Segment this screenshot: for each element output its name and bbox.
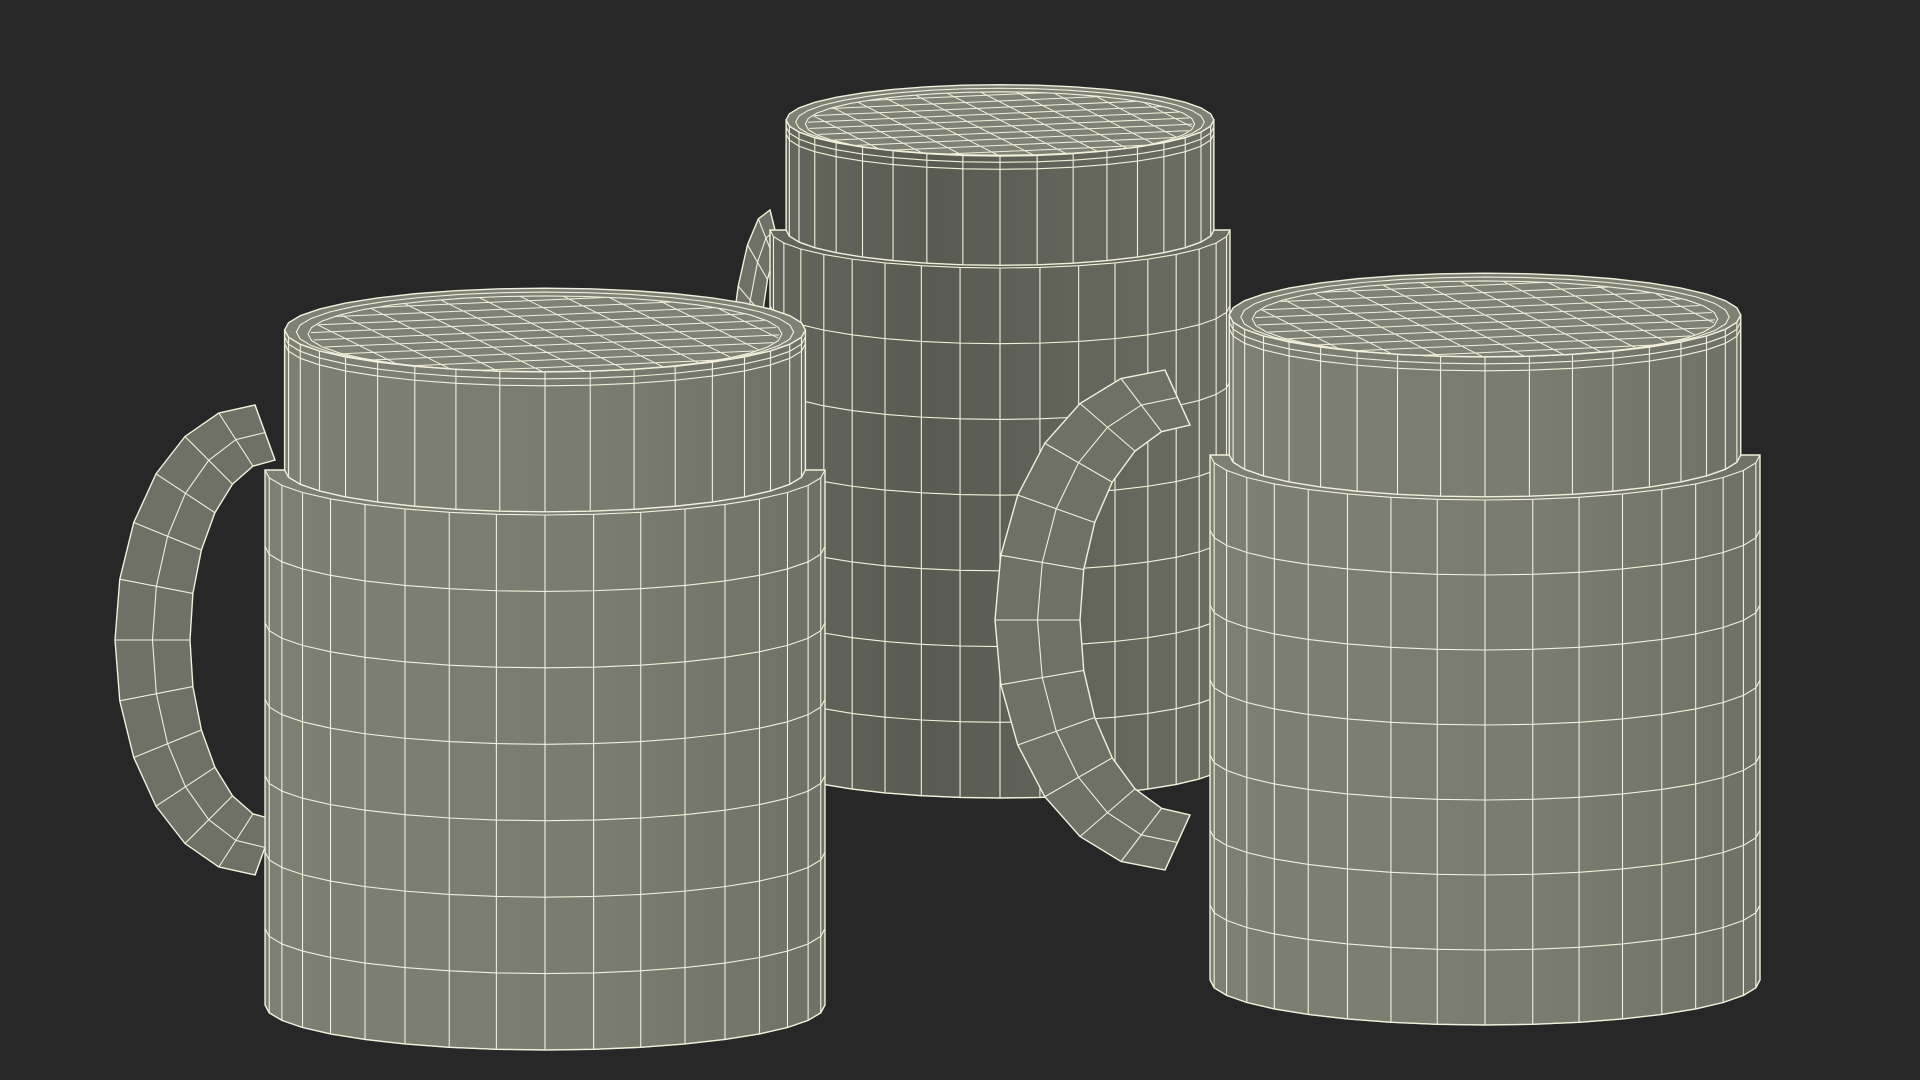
render-viewport [0,0,1920,1080]
mug-body [1209,454,1761,1026]
mug-body [264,469,826,1051]
mug-body [769,229,1231,799]
scene-canvas [0,0,1920,1080]
